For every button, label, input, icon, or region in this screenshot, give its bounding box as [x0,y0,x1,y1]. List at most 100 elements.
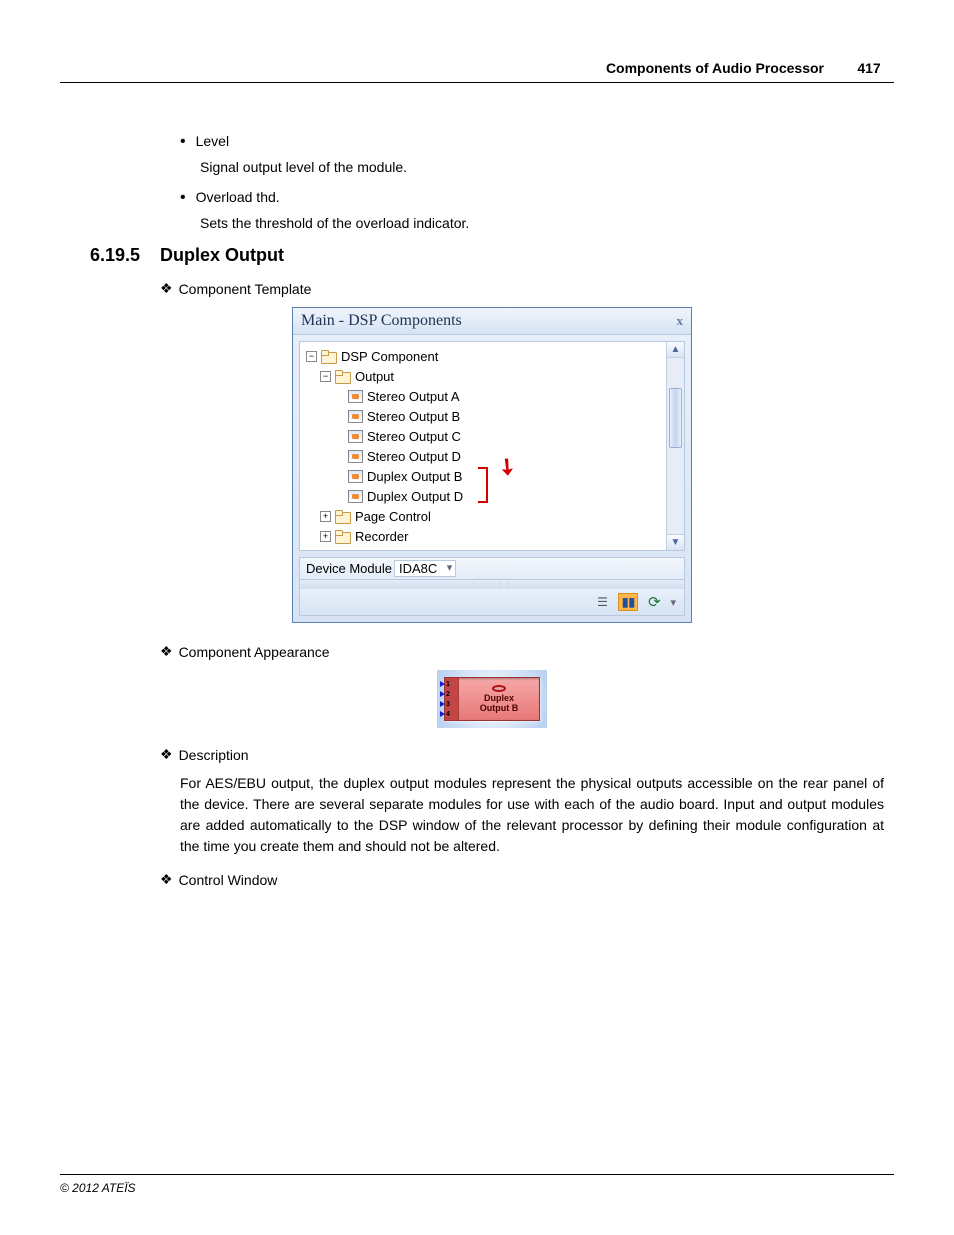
device-module-value: IDA8C [399,561,437,576]
bullet-dot-icon: • [180,133,186,151]
refresh-icon[interactable]: ⟳ [644,593,664,611]
diamond-icon: ❖ [160,280,173,297]
section-heading: 6.19.5 Duplex Output [90,245,894,266]
tree-root[interactable]: − DSP Component [306,346,666,366]
scroll-up-icon[interactable]: ▲ [667,342,684,358]
dsp-tree[interactable]: − DSP Component − Output Stereo Output A [300,342,666,550]
sub-appearance-label: Component Appearance [179,644,330,660]
tree-page-label: Page Control [355,509,431,524]
sub-template-label: Component Template [179,281,312,297]
tree-item[interactable]: Stereo Output D [306,446,666,466]
tree-output[interactable]: − Output [306,366,666,386]
port-3: 3 [445,701,458,708]
diamond-icon: ❖ [160,871,173,888]
block-label-line1: Duplex [484,693,514,703]
component-appearance-figure: 1 2 3 4 Duplex Output B [437,670,547,728]
tree-item-label: Stereo Output D [367,449,461,464]
component-icon [348,430,363,443]
duplex-output-block: 1 2 3 4 Duplex Output B [444,677,540,721]
scroll-down-icon[interactable]: ▼ [667,534,684,550]
component-icon [348,410,363,423]
folder-icon [321,350,337,363]
device-module-label: Device Module [306,561,392,576]
tree-item[interactable]: Stereo Output A [306,386,666,406]
sub-description: ❖ Description [160,746,894,763]
tree-item-label: Stereo Output B [367,409,460,424]
port-2: 2 [445,691,458,698]
port-number: 3 [446,701,450,708]
list-view-icon[interactable]: ☰ [592,593,612,611]
component-view-icon[interactable]: ▮▮ [618,593,638,611]
diamond-icon: ❖ [160,746,173,763]
port-4: 4 [445,711,458,718]
dsp-titlebar[interactable]: Main - DSP Components x [293,308,691,335]
tree-output-label: Output [355,369,394,384]
component-icon [348,490,363,503]
page-header: Components of Audio Processor 417 [60,60,894,83]
collapse-icon[interactable]: − [320,371,331,382]
bullet-level: • Level [180,133,894,151]
scroll-track[interactable] [667,358,684,534]
dsp-window: Main - DSP Components x − DSP Component … [292,307,692,623]
port-strip: 1 2 3 4 [445,678,459,720]
component-icon [348,470,363,483]
header-title: Components of Audio Processor [606,60,824,76]
port-triangle-icon [440,681,445,687]
component-icon [348,390,363,403]
dsp-title: Main - DSP Components [301,312,462,330]
device-module-row: Device Module IDA8C [299,557,685,580]
bullet-level-label: Level [196,133,229,151]
toolbar-dropdown-icon[interactable]: ▾ [670,596,676,609]
port-number: 1 [446,681,450,688]
port-number: 2 [446,691,450,698]
bullet-overload-desc: Sets the threshold of the overload indic… [200,215,894,231]
tree-item-label: Duplex Output B [367,469,462,484]
component-icon [348,450,363,463]
sub-control-window: ❖ Control Window [160,871,894,888]
sub-appearance: ❖ Component Appearance [160,643,894,660]
sub-template: ❖ Component Template [160,280,894,297]
block-label: Duplex Output B [459,678,539,720]
scroll-thumb[interactable] [669,388,682,448]
expand-icon[interactable]: + [320,531,331,542]
port-1: 1 [445,681,458,688]
tree-item-label: Stereo Output C [367,429,461,444]
collapse-icon[interactable]: − [306,351,317,362]
port-triangle-icon [440,691,445,697]
grip-icon[interactable]: : : : : : [299,580,685,589]
port-triangle-icon [440,701,445,707]
copyright: © 2012 ATEÏS [60,1181,136,1195]
folder-icon [335,510,351,523]
tree-item[interactable]: Stereo Output C [306,426,666,446]
port-triangle-icon [440,711,445,717]
bullet-level-desc: Signal output level of the module. [200,159,894,175]
tree-item[interactable]: Stereo Output B [306,406,666,426]
tree-recorder-label: Recorder [355,529,408,544]
tree-item-label: Stereo Output A [367,389,460,404]
callout-bracket-icon [478,467,488,503]
scrollbar[interactable]: ▲ ▼ [666,342,684,550]
diamond-icon: ❖ [160,643,173,660]
page-number: 417 [844,60,894,76]
port-number: 4 [446,711,450,718]
folder-icon [335,530,351,543]
block-label-line2: Output B [480,703,519,713]
tree-recorder[interactable]: + Recorder [306,526,666,546]
page-footer: © 2012 ATEÏS [60,1174,894,1195]
oval-icon [492,685,506,692]
close-icon[interactable]: x [677,313,684,329]
tree-page-control[interactable]: + Page Control [306,506,666,526]
bullet-dot-icon: • [180,189,186,207]
bullet-overload: • Overload thd. [180,189,894,207]
description-body: For AES/EBU output, the duplex output mo… [180,773,884,857]
section-number: 6.19.5 [90,245,160,266]
folder-icon [335,370,351,383]
tree-item-label: Duplex Output D [367,489,463,504]
sub-control-label: Control Window [179,872,278,888]
sub-description-label: Description [179,747,249,763]
device-module-combo[interactable]: IDA8C [394,560,456,577]
bullet-overload-label: Overload thd. [196,189,280,207]
dsp-toolbar: ☰ ▮▮ ⟳ ▾ [299,589,685,616]
section-title: Duplex Output [160,245,284,266]
expand-icon[interactable]: + [320,511,331,522]
